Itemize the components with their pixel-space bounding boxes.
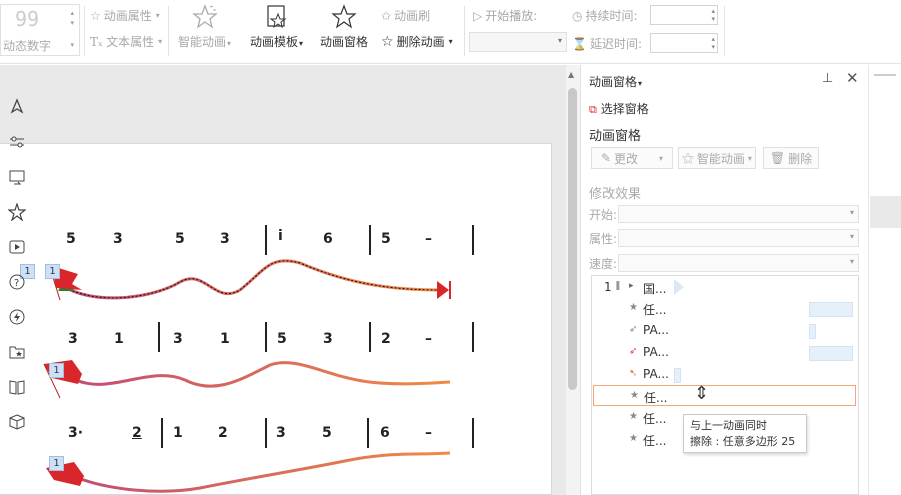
animation-list[interactable]: 1 ❚ ▸ 国... ★ 任... ➶ PA... ➶ PA... ➷ PA..…	[591, 275, 859, 495]
folder-star-icon[interactable]	[8, 343, 26, 361]
speed-select[interactable]	[618, 254, 859, 272]
star-effect-icon: ★	[629, 411, 638, 422]
timeline-bar	[809, 346, 853, 361]
pane-header[interactable]: 动画窗格▾	[589, 73, 642, 90]
smart-anim-icon: ⚝	[682, 150, 694, 165]
transition-icon[interactable]	[8, 168, 26, 186]
anim-order-badge[interactable]: 1	[49, 363, 64, 378]
modify-effect-title: 修改效果	[589, 187, 642, 202]
select-pane-link[interactable]: ⧉ 选择窗格	[589, 100, 649, 117]
book-icon[interactable]	[8, 378, 26, 396]
anim-order-badge[interactable]: 1	[45, 264, 60, 279]
change-button[interactable]: ✎ 更改 ▾	[591, 147, 673, 169]
list-item[interactable]: ★ 任...	[592, 298, 858, 319]
property-label: 属性:	[589, 232, 618, 246]
star-animation-icon[interactable]	[8, 203, 26, 221]
star-effect-icon: ★	[629, 302, 638, 313]
star-effect-icon: ★	[630, 390, 639, 401]
delay-input[interactable]: ▴ ▾	[650, 33, 718, 53]
path-end-marker	[437, 281, 449, 299]
timeline-bar	[674, 368, 681, 383]
smart-anim-pane-button[interactable]: ⚝ 智能动画 ▾	[678, 147, 756, 169]
delay-label: ⌛ 延迟时间:	[572, 36, 642, 52]
curve-row-3	[77, 451, 451, 493]
pin-icon[interactable]: ⊥	[822, 71, 833, 86]
delete-button[interactable]: 🗑 删除	[763, 147, 819, 169]
start-select[interactable]	[618, 205, 859, 223]
duration-input[interactable]: ▴ ▾	[650, 5, 718, 25]
cube-icon[interactable]	[8, 413, 26, 431]
select-pane-icon: ⧉	[589, 103, 597, 116]
right-sidebar-toolbar	[868, 65, 901, 495]
svg-text:?: ?	[14, 278, 19, 289]
star-effect-icon: ★	[629, 433, 638, 444]
list-item-selected[interactable]: ★ 任... ⇕	[593, 383, 856, 406]
resize-cursor-icon: ⇕	[694, 383, 710, 404]
anim-order-badge[interactable]: 1	[49, 456, 64, 471]
list-item[interactable]: 1 ❚ ▸ 国...	[592, 277, 858, 298]
timeline-bar	[809, 302, 853, 317]
trash-icon: 🗑	[769, 151, 786, 165]
tooltip: 与上一动画同时 擦除 : 任意多边形 25	[683, 414, 807, 453]
curve-row-2	[75, 361, 451, 388]
pane-section-title: 动画窗格	[589, 129, 642, 144]
lightning-icon[interactable]	[8, 308, 26, 326]
rocket-icon[interactable]	[8, 98, 26, 116]
hourglass-icon: ⌛	[572, 36, 587, 51]
scroll-up-arrow[interactable]: ▲	[568, 70, 574, 79]
path-effect-icon: ➶	[629, 346, 638, 357]
mouse-icon: ❚	[614, 281, 622, 291]
clock-icon: ◷	[572, 8, 583, 23]
pencil-icon: ✎	[600, 151, 612, 165]
timeline-bar	[809, 324, 816, 339]
animation-tab-active[interactable]	[870, 196, 901, 228]
path-effect-icon: ➷	[629, 368, 638, 379]
timeline-marker	[674, 279, 684, 295]
list-item[interactable]: ➶ PA...	[592, 342, 858, 363]
curve-row-1	[61, 259, 441, 300]
speed-label: 速度:	[589, 257, 618, 271]
close-icon[interactable]: ✕	[846, 69, 859, 87]
media-icon[interactable]	[8, 238, 26, 256]
duration-label: ◷ 持续时间:	[572, 8, 638, 24]
start-label: 开始:	[589, 208, 618, 222]
melody-curves	[43, 259, 451, 493]
sliders-icon[interactable]	[8, 133, 26, 151]
list-item[interactable]: ➶ PA...	[592, 320, 858, 341]
property-select[interactable]	[618, 229, 859, 247]
expand-icon: ▸	[629, 281, 634, 291]
scrollbar-thumb[interactable]	[568, 88, 577, 390]
help-icon[interactable]: ?	[8, 273, 26, 291]
path-effect-icon: ➶	[629, 324, 638, 335]
list-item[interactable]: ➷ PA...	[592, 364, 858, 385]
